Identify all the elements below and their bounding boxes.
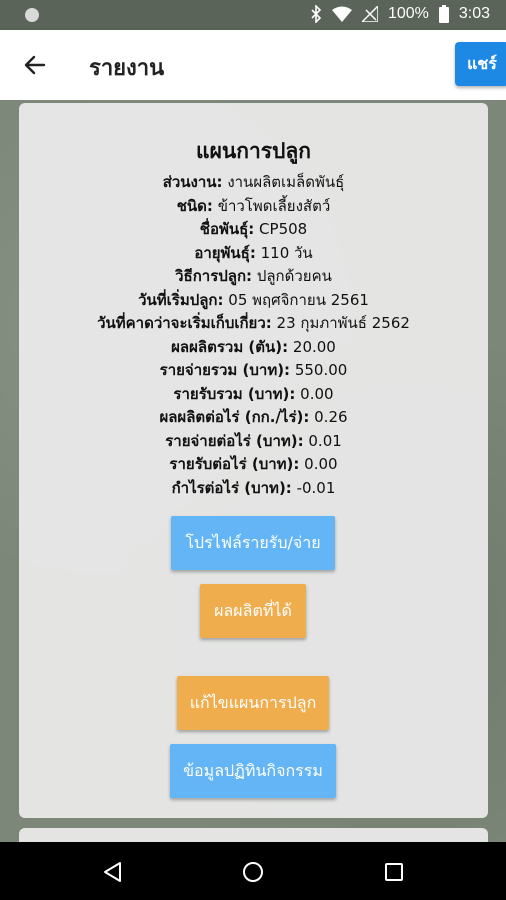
info-label: กำไรต่อไร่ (บาท):: [171, 478, 292, 497]
info-label: ผลผลิตต่อไร่ (กก./ไร่):: [159, 408, 310, 426]
info-label: รายรับต่อไร่ (บาท):: [169, 455, 300, 473]
wifi-icon: [331, 6, 352, 22]
info-row-start-date: วันที่เริ่มปลูก: 05 พฤศจิกายน 2561: [19, 289, 488, 313]
info-label: ชื่อพันธุ์:: [199, 220, 255, 238]
info-value: 0.26: [309, 408, 348, 426]
info-value: งานผลิตเมล็ดพันธุ์: [222, 173, 345, 191]
page-title: รายงาน: [89, 56, 165, 81]
info-value: 110 วัน: [255, 243, 313, 262]
info-value: ปลูกด้วยคน: [252, 267, 332, 285]
info-value: 0.01: [303, 431, 342, 450]
info-value: ข้าวโพดเลี้ยงสัตว์: [212, 196, 331, 215]
info-row-yield-per-rai: ผลผลิตต่อไร่ (กก./ไร่): 0.26: [19, 406, 488, 430]
no-signal-icon: [361, 6, 378, 22]
info-value: 0.00: [299, 455, 338, 473]
info-value: 550.00: [290, 361, 348, 379]
info-label: อายุพันธุ์:: [194, 243, 256, 262]
status-bar: 100% 3:03: [0, 0, 506, 30]
info-label: รายจ่ายรวม (บาท):: [159, 361, 291, 379]
back-button[interactable]: [18, 48, 52, 82]
info-row-expense-per-rai: รายจ่ายต่อไร่ (บาท): 0.01: [19, 430, 488, 454]
info-row-department: ส่วนงาน: งานผลิตเมล็ดพันธุ์: [19, 171, 488, 195]
status-icons: 100% 3:03: [310, 5, 490, 23]
battery-percent: 100%: [387, 5, 429, 22]
info-value: 0.00: [295, 384, 334, 403]
back-triangle-icon[interactable]: [100, 859, 126, 885]
bluetooth-icon: [311, 5, 322, 23]
info-row-type: ชนิด: ข้าวโพดเลี้ยงสัตว์: [19, 195, 488, 219]
plan-card: แผนการปลูก ส่วนงาน: งานผลิตเมล็ดพันธุ์ ช…: [19, 103, 488, 818]
info-value: 05 พฤศจิกายน 2561: [223, 290, 369, 309]
info-row-harvest-date: วันที่คาดว่าจะเริ่มเก็บเกี่ยว: 23 กุมภาพ…: [19, 312, 488, 336]
arrow-left-icon: [24, 55, 46, 75]
recents-square-icon[interactable]: [381, 859, 407, 885]
info-row-total-expense: รายจ่ายรวม (บาท): 550.00: [19, 359, 488, 383]
info-label: ผลผลิตรวม (ตัน):: [171, 337, 289, 356]
navigation-bar: [0, 842, 506, 900]
activity-calendar-button[interactable]: ข้อมูลปฏิทินกิจกรรม: [170, 744, 336, 798]
info-label: วิธีการปลูก:: [175, 267, 253, 285]
info-row-income-per-rai: รายรับต่อไร่ (บาท): 0.00: [19, 453, 488, 477]
edit-plan-button[interactable]: แก้ไขแผนการปลูก: [177, 676, 329, 730]
yield-button[interactable]: ผลผลิตที่ได้: [200, 584, 306, 638]
plan-info-list: ส่วนงาน: งานผลิตเมล็ดพันธุ์ ชนิด: ข้าวโพ…: [19, 171, 488, 500]
info-value: 20.00: [288, 337, 336, 356]
clock: 3:03: [458, 5, 490, 22]
info-row-total-yield: ผลผลิตรวม (ตัน): 20.00: [19, 336, 488, 360]
info-row-total-income: รายรับรวม (บาท): 0.00: [19, 383, 488, 407]
app-bar: รายงาน แชร์: [0, 30, 506, 100]
profile-income-expense-button[interactable]: โปรไฟล์รายรับ/จ่าย: [171, 516, 335, 570]
info-row-planting-method: วิธีการปลูก: ปลูกด้วยคน: [19, 265, 488, 289]
info-label: ชนิด:: [176, 196, 213, 215]
info-row-profit-per-rai: กำไรต่อไร่ (บาท): -0.01: [19, 477, 488, 501]
plan-title: แผนการปลูก: [196, 139, 311, 163]
info-label: รายจ่ายต่อไร่ (บาท):: [165, 431, 304, 450]
info-value: CP508: [254, 220, 308, 238]
home-circle-icon[interactable]: [240, 859, 266, 885]
info-label: รายรับรวม (บาท):: [173, 384, 296, 403]
info-label: วันที่เริ่มปลูก:: [138, 290, 224, 309]
notification-dot-icon: [25, 8, 39, 22]
share-button[interactable]: แชร์: [455, 42, 506, 86]
info-value: -0.01: [291, 478, 336, 497]
battery-icon: [438, 5, 449, 23]
info-label: วันที่คาดว่าจะเริ่มเก็บเกี่ยว:: [97, 314, 272, 332]
info-row-variety-age: อายุพันธุ์: 110 วัน: [19, 242, 488, 266]
info-label: ส่วนงาน:: [162, 173, 223, 191]
info-value: 23 กุมภาพันธ์ 2562: [271, 314, 410, 332]
info-row-variety: ชื่อพันธุ์: CP508: [19, 218, 488, 242]
